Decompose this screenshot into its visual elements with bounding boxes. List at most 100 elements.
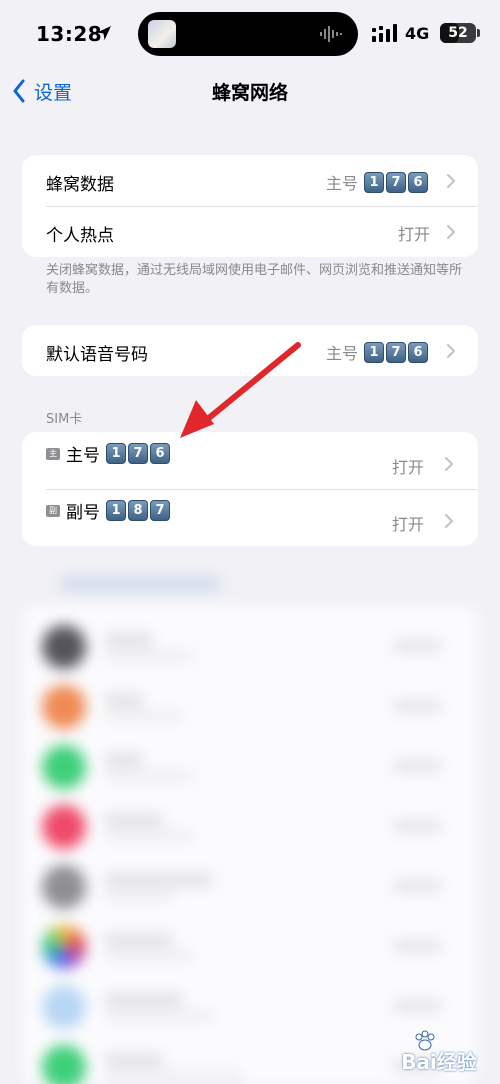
app-icon — [42, 925, 86, 969]
blurred-app-row — [42, 745, 462, 789]
sim-primary-label: 主 主号 1 7 6 — [46, 441, 172, 466]
app-icon — [42, 805, 86, 849]
sim-primary-row[interactable]: 主 主号 1 7 6 打开 — [22, 432, 478, 489]
blurred-value — [392, 999, 442, 1013]
blurred-text — [104, 891, 174, 901]
blurred-app-row — [42, 925, 462, 969]
blurred-text — [104, 813, 164, 827]
blurred-text — [104, 753, 144, 767]
number-keys: 1 7 6 — [106, 443, 172, 464]
blurred-text — [104, 711, 184, 721]
chevron-right-icon — [444, 513, 454, 529]
blurred-app-row — [42, 985, 462, 1029]
blurred-value — [392, 819, 442, 833]
personal-hotspot-label: 个人热点 — [46, 226, 114, 246]
blurred-value — [392, 879, 442, 893]
sim-secondary-status: 打开 — [391, 515, 424, 534]
location-arrow-icon — [97, 26, 111, 40]
sim-primary-status: 打开 — [391, 458, 424, 477]
sim-cards-group: 主 主号 1 7 6 打开 副 副号 1 8 7 打开 — [22, 432, 478, 546]
number-key: 7 — [128, 443, 148, 464]
number-keys: 1 7 6 — [364, 171, 430, 193]
number-keys: 1 8 7 — [106, 500, 172, 521]
app-icon — [42, 685, 86, 729]
page-title: 蜂窝网络 — [211, 82, 288, 104]
battery-percent: 52 — [448, 25, 468, 41]
app-icon — [42, 625, 86, 669]
sim-primary-name: 主号 — [66, 446, 100, 466]
app-icon — [42, 865, 86, 909]
default-voice-line-name: 主号 — [325, 344, 358, 363]
navigation-bar: 设置 蜂窝网络 — [0, 70, 500, 110]
number-key: 6 — [408, 341, 428, 363]
cellular-data-row[interactable]: 蜂窝数据 主号 1 7 6 — [22, 155, 478, 206]
number-key: 1 — [364, 341, 384, 363]
default-voice-line-label: 默认语音号码 — [46, 345, 148, 365]
chevron-right-icon — [444, 456, 454, 472]
chevron-right-icon — [446, 224, 456, 240]
audio-waveform-icon — [320, 26, 342, 42]
cellular-data-label: 蜂窝数据 — [46, 175, 114, 195]
watermark-text: Bai经验 — [401, 1050, 477, 1074]
number-key: 7 — [386, 341, 406, 363]
cellular-data-value: 主号 1 7 6 — [326, 170, 430, 194]
chevron-right-icon — [446, 343, 456, 359]
default-voice-group: 默认语音号码 主号 1 7 6 — [22, 325, 478, 376]
app-icon — [42, 745, 86, 789]
number-key: 1 — [106, 500, 126, 521]
sim-card-icon: 副 — [46, 504, 60, 517]
blurred-app-row — [42, 685, 462, 729]
sim-card-icon: 主 — [46, 447, 60, 460]
network-type: 4G — [405, 24, 430, 43]
cellular-signal-icon — [372, 24, 397, 42]
sim-secondary-row[interactable]: 副 副号 1 8 7 打开 — [22, 489, 478, 546]
blurred-app-row — [42, 805, 462, 849]
number-key: 7 — [386, 171, 406, 193]
number-key: 1 — [106, 443, 126, 464]
sim-secondary-label: 副 副号 1 8 7 — [46, 498, 172, 523]
blurred-app-usage-list — [0, 565, 500, 1084]
blurred-text — [104, 951, 194, 961]
personal-hotspot-value: 打开 — [397, 225, 430, 244]
number-key: 6 — [408, 171, 428, 193]
blurred-text — [104, 831, 194, 841]
blurred-value — [392, 759, 442, 773]
default-voice-line-row[interactable]: 默认语音号码 主号 1 7 6 — [22, 325, 478, 376]
blurred-section-header — [60, 577, 220, 591]
app-icon — [42, 985, 86, 1029]
chevron-right-icon — [446, 173, 456, 189]
blurred-value — [392, 939, 442, 953]
number-key: 1 — [364, 171, 384, 193]
blurred-value — [392, 699, 442, 713]
now-playing-artwork — [148, 20, 176, 48]
cellular-data-line: 主号 — [325, 174, 358, 193]
blurred-card — [22, 605, 478, 1084]
blurred-app-row — [42, 625, 462, 669]
blurred-text — [104, 771, 194, 781]
blurred-text — [104, 633, 154, 647]
blurred-value — [392, 639, 442, 653]
battery-tip — [477, 29, 480, 37]
personal-hotspot-row[interactable]: 个人热点 打开 — [22, 206, 478, 257]
status-time: 13:28 — [36, 22, 103, 46]
blurred-text — [104, 873, 214, 887]
blurred-text — [104, 693, 144, 707]
number-key: 7 — [150, 500, 170, 521]
default-voice-line-value: 主号 1 7 6 — [326, 340, 430, 364]
blurred-text — [104, 993, 184, 1007]
number-key: 6 — [150, 443, 170, 464]
blurred-app-row — [42, 865, 462, 909]
sim-section-header: SIM卡 — [46, 412, 83, 427]
status-bar: 13:28 4G 52 — [0, 0, 500, 70]
cellular-data-footnote: 关闭蜂窝数据，通过无线局域网使用电子邮件、网页浏览和推送通知等所有数据。 — [46, 263, 463, 296]
number-keys: 1 7 6 — [364, 341, 430, 363]
blurred-text — [104, 1053, 164, 1067]
blurred-text — [104, 1011, 214, 1021]
battery-icon: 52 — [440, 23, 476, 43]
blurred-text — [104, 933, 174, 947]
dynamic-island[interactable] — [138, 12, 358, 56]
blurred-text — [104, 651, 194, 661]
app-icon — [42, 1045, 86, 1084]
sim-secondary-name: 副号 — [66, 503, 100, 523]
blurred-text — [104, 1071, 244, 1081]
